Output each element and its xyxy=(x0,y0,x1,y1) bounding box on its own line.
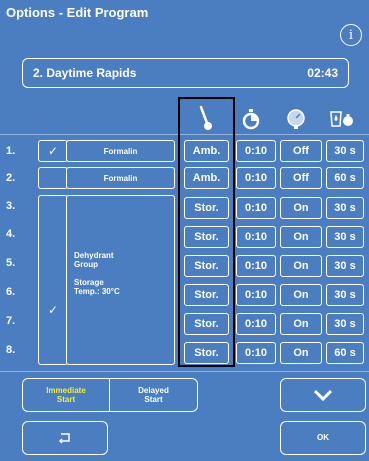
time-value[interactable]: 0:10 xyxy=(236,284,276,306)
time-value[interactable]: 0:10 xyxy=(236,226,276,248)
group-name-line2: Group xyxy=(74,260,98,269)
pv-value[interactable]: On xyxy=(280,255,322,277)
window-title: Options - Edit Program xyxy=(6,5,149,20)
temperature-column-selection xyxy=(178,97,235,367)
group-storage-line2: Temp.: 30°C xyxy=(74,287,120,296)
checkmark-icon: ✓ xyxy=(47,303,59,317)
pv-value[interactable]: On xyxy=(280,226,322,248)
pv-value[interactable]: On xyxy=(280,342,322,364)
pv-value[interactable]: Off xyxy=(280,167,322,189)
row-2-select-checkbox[interactable] xyxy=(38,167,68,189)
time-value[interactable]: 0:10 xyxy=(236,167,276,189)
pv-value[interactable]: On xyxy=(280,313,322,335)
row-number: 2. xyxy=(6,172,16,184)
program-name: 2. Daytime Rapids xyxy=(33,66,137,80)
drip-value[interactable]: 30 s xyxy=(326,140,364,162)
footer-divider xyxy=(0,371,369,372)
pv-value[interactable]: On xyxy=(280,197,322,219)
group-select-checkbox[interactable]: ✓ xyxy=(38,195,68,365)
program-name-field[interactable]: 2. Daytime Rapids 02:43 xyxy=(22,58,349,88)
time-value[interactable]: 0:10 xyxy=(236,140,276,162)
time-value[interactable]: 0:10 xyxy=(236,313,276,335)
drip-value[interactable]: 30 s xyxy=(326,226,364,248)
row-1-reagent-label: Formalin xyxy=(103,146,138,156)
row-number: 7. xyxy=(6,315,16,327)
drip-value[interactable]: 30 s xyxy=(326,197,364,219)
screen: Options - Edit Program i 2. Daytime Rapi… xyxy=(0,0,369,461)
immediate-start-line1: Immediate xyxy=(46,385,86,395)
pv-value[interactable]: On xyxy=(280,284,322,306)
delayed-start-button[interactable]: Delayed Start xyxy=(110,379,197,411)
checkmark-icon: ✓ xyxy=(47,144,59,158)
drip-value[interactable]: 30 s xyxy=(326,313,364,335)
back-button[interactable] xyxy=(22,421,108,455)
drip-value[interactable]: 30 s xyxy=(326,284,364,306)
scroll-down-button[interactable] xyxy=(280,378,366,412)
time-value[interactable]: 0:10 xyxy=(236,255,276,277)
info-button[interactable]: i xyxy=(340,24,362,46)
drip-time-icon xyxy=(329,104,355,134)
immediate-start-line2: Start xyxy=(56,395,76,404)
row-number: 6. xyxy=(6,286,16,298)
immediate-start-button[interactable]: Immediate Start xyxy=(23,379,110,411)
row-2-reagent-label: Formalin xyxy=(103,173,138,183)
ok-label: OK xyxy=(317,433,329,443)
time-value[interactable]: 0:10 xyxy=(236,197,276,219)
delayed-start-line1: Delayed xyxy=(138,385,169,395)
row-1-select-checkbox[interactable]: ✓ xyxy=(38,140,68,162)
row-number: 8. xyxy=(6,344,16,356)
time-value[interactable]: 0:10 xyxy=(236,342,276,364)
pressure-gauge-icon xyxy=(283,104,309,134)
row-number: 5. xyxy=(6,257,16,269)
delayed-start-line2: Start xyxy=(144,395,163,404)
pv-value[interactable]: Off xyxy=(280,140,322,162)
start-mode-group: Immediate Start Delayed Start xyxy=(22,378,198,412)
drip-value[interactable]: 60 s xyxy=(326,167,364,189)
row-number: 4. xyxy=(6,228,16,240)
drip-value[interactable]: 30 s xyxy=(326,255,364,277)
row-number: 1. xyxy=(6,145,16,157)
stopwatch-icon xyxy=(238,104,264,134)
drip-value[interactable]: 60 s xyxy=(326,342,364,364)
chevron-down-icon xyxy=(313,389,333,401)
return-arrow-icon xyxy=(58,433,70,444)
program-duration: 02:43 xyxy=(307,66,338,80)
ok-button[interactable]: OK xyxy=(280,421,366,455)
row-number: 3. xyxy=(6,200,16,212)
info-icon: i xyxy=(348,27,354,43)
